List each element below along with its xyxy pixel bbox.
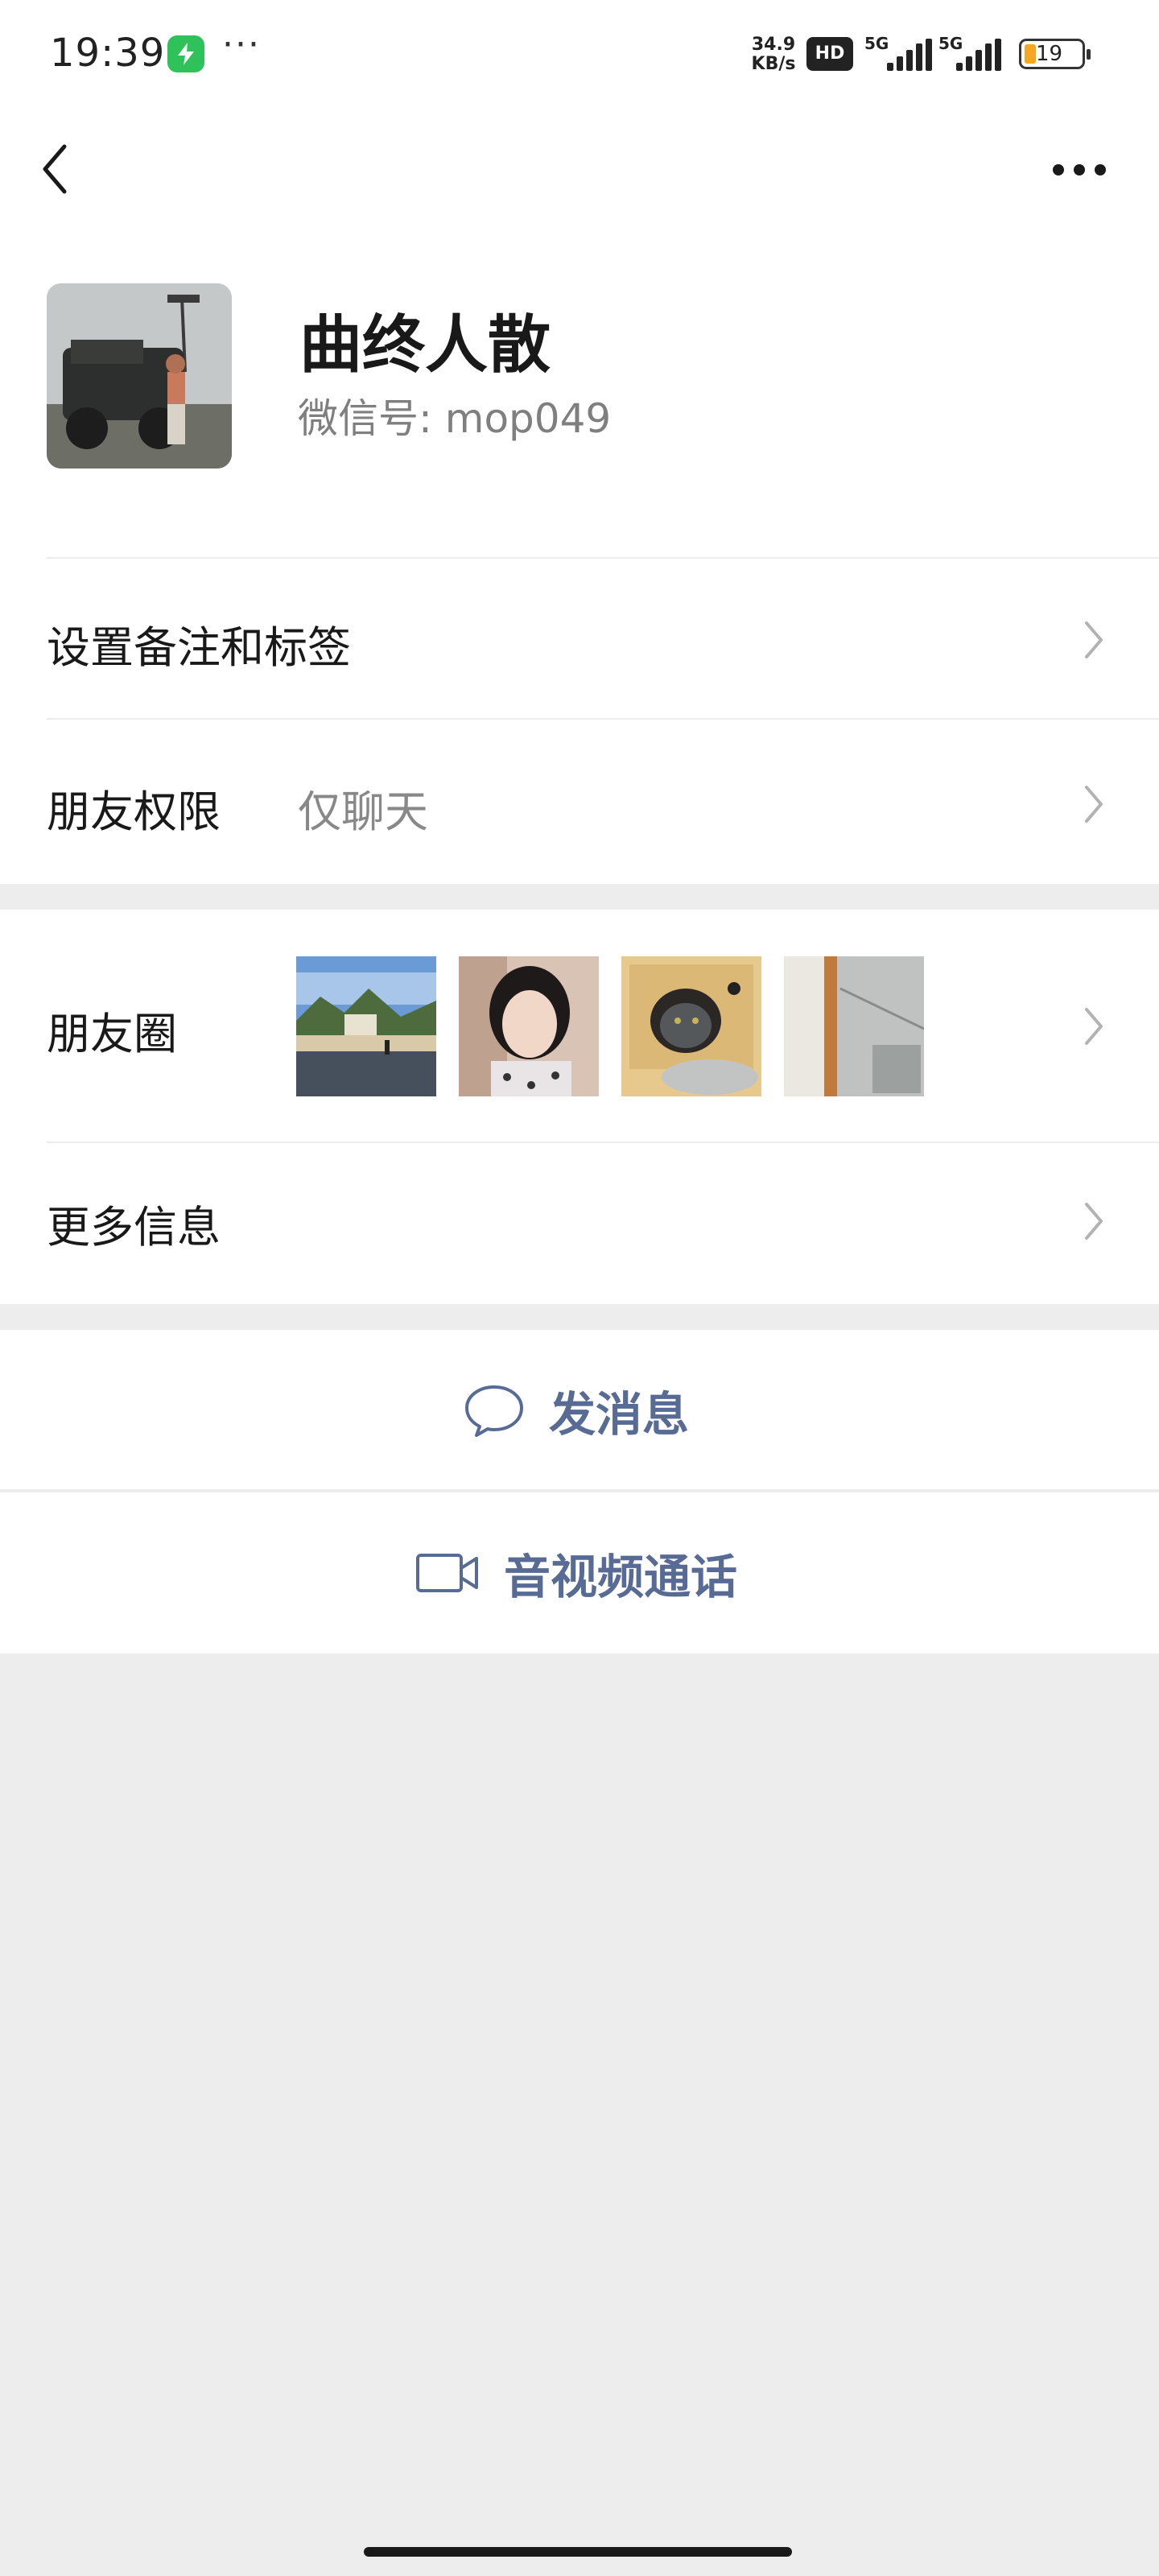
- signal-1-icon: 5G: [864, 34, 937, 74]
- friend-permission-label: 朋友权限: [47, 786, 221, 837]
- network-speed-unit: KB/s: [751, 54, 796, 74]
- chevron-right-icon: [1085, 621, 1103, 658]
- send-message-button[interactable]: 发消息: [0, 1330, 1159, 1491]
- chevron-right-icon: [1085, 1008, 1103, 1045]
- back-button[interactable]: [32, 137, 80, 201]
- wechat-id: 微信号: mop049: [298, 395, 612, 442]
- status-bar: 19:39 ··· 34.9 KB/s HD 5G 5G 19: [0, 0, 1159, 105]
- friend-permission-row[interactable]: 朋友权限 仅聊天: [0, 720, 1159, 884]
- battery-fill: [1025, 44, 1036, 64]
- more-horizontal-icon: [1053, 164, 1064, 175]
- nav-bar: [0, 105, 1159, 225]
- moments-thumbnail: [296, 956, 436, 1096]
- network-speed-value: 34.9: [751, 35, 796, 55]
- moments-thumbnail: [784, 956, 924, 1096]
- send-message-label: 发消息: [549, 1387, 690, 1442]
- chevron-right-icon: [1085, 1203, 1103, 1240]
- charging-app-icon: [167, 35, 204, 72]
- chat-bubble-icon: [465, 1385, 523, 1437]
- battery-icon: 19: [1019, 39, 1091, 69]
- profile-card: 曲终人散 微信号: mop049: [0, 225, 1159, 559]
- moments-label: 朋友圈: [47, 1009, 177, 1059]
- chevron-right-icon: [1085, 786, 1103, 823]
- more-info-row[interactable]: 更多信息: [0, 1143, 1159, 1304]
- moments-thumbnail: [459, 956, 599, 1096]
- divider: [0, 1489, 1159, 1491]
- remark-tags-row[interactable]: 设置备注和标签: [0, 559, 1159, 720]
- battery-level: 19: [1036, 42, 1063, 66]
- moments-row[interactable]: 朋友圈: [0, 910, 1159, 1143]
- moments-thumbnail: [621, 956, 761, 1096]
- voice-video-call-label: 音视频通话: [504, 1550, 738, 1604]
- chevron-left-icon: [43, 144, 67, 194]
- status-time: 19:39: [50, 31, 166, 76]
- signal-2-icon: 5G: [938, 34, 1011, 74]
- avatar[interactable]: [47, 283, 232, 469]
- voice-video-call-button[interactable]: 音视频通话: [0, 1492, 1159, 1653]
- profile-name: 曲终人散: [299, 309, 551, 382]
- home-indicator[interactable]: [364, 2547, 792, 2557]
- signal-1-label: 5G: [864, 34, 889, 53]
- more-options-button[interactable]: [1038, 153, 1119, 193]
- notification-more-icon: ···: [222, 24, 261, 65]
- avatar-image: [47, 283, 232, 469]
- network-speed: 34.9 KB/s: [745, 35, 802, 74]
- friend-permission-value: 仅聊天: [298, 786, 428, 837]
- more-info-label: 更多信息: [47, 1202, 221, 1253]
- remark-tags-label: 设置备注和标签: [47, 622, 351, 673]
- video-camera-icon: [416, 1554, 478, 1592]
- hd-voice-badge: HD: [806, 37, 853, 71]
